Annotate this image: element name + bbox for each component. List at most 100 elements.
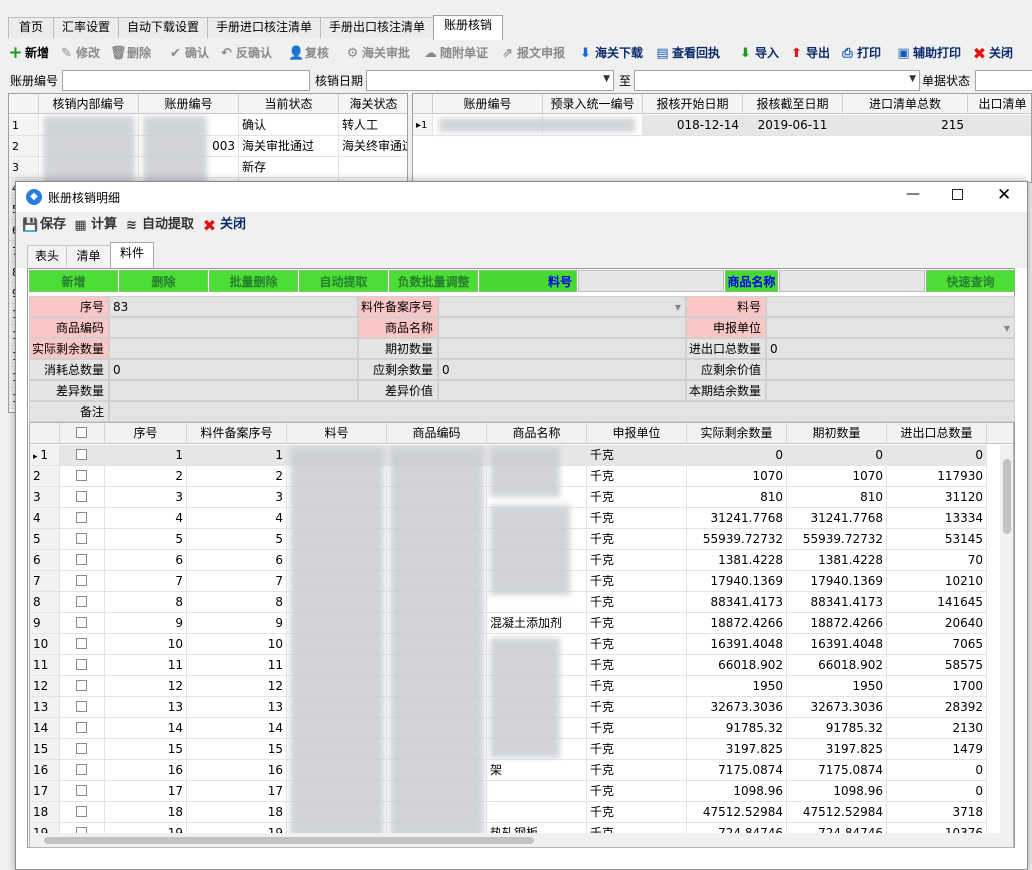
row-checkbox[interactable] [76, 470, 87, 481]
col-material-record[interactable]: 料件备案序号 [187, 423, 287, 444]
cell-initial-qty[interactable]: 32673.3036 [787, 697, 887, 718]
cell-initial-qty[interactable]: 1098.96 [787, 781, 887, 802]
cell-io-total[interactable]: 58575 [887, 655, 987, 676]
row-selector[interactable]: 3 [30, 487, 60, 508]
cell-material-record[interactable]: 1 [187, 445, 287, 466]
cell-actual-remain[interactable]: 17940.1369 [687, 571, 787, 592]
cell-material-record[interactable]: 7 [187, 571, 287, 592]
cell-material-record[interactable]: 4 [187, 508, 287, 529]
cell-current-status[interactable]: 新存 [239, 157, 339, 178]
unconfirm-button[interactable]: ↶ 反确认 [219, 43, 272, 63]
cell-initial-qty[interactable]: 16391.4048 [787, 634, 887, 655]
cell-decl-unit[interactable]: 千克 [587, 445, 687, 466]
cell-seq[interactable]: 11 [105, 655, 187, 676]
window-close-icon[interactable]: ✕ [997, 185, 1011, 205]
select-all-checkbox[interactable] [76, 427, 87, 438]
cell-initial-qty[interactable]: 1381.4228 [787, 550, 887, 571]
cell-checkbox[interactable] [60, 697, 105, 718]
cell-seq[interactable]: 12 [105, 676, 187, 697]
col-seq[interactable]: 序号 [105, 423, 187, 444]
cell-decl-unit[interactable]: 千克 [587, 718, 687, 739]
cell-checkbox[interactable] [60, 802, 105, 823]
row-selector[interactable]: 7 [30, 571, 60, 592]
row-checkbox[interactable] [76, 554, 87, 565]
should-remain-price-field[interactable] [766, 359, 1015, 380]
row-selector[interactable]: 4 [30, 508, 60, 529]
cell-decl-unit[interactable]: 千克 [587, 508, 687, 529]
cell-decl-unit[interactable]: 千克 [587, 760, 687, 781]
cell-initial-qty[interactable]: 31241.7768 [787, 508, 887, 529]
remark-field[interactable] [109, 401, 1015, 422]
review-button[interactable]: 👤 复核 [288, 43, 329, 63]
cell-material-record[interactable]: 9 [187, 613, 287, 634]
cell-product-name[interactable] [487, 592, 587, 613]
cell-initial-qty[interactable]: 1950 [787, 676, 887, 697]
col-decl-unit[interactable]: 申报单位 [587, 423, 687, 444]
cell-actual-remain[interactable]: 7175.0874 [687, 760, 787, 781]
scrollbar-thumb[interactable] [44, 837, 534, 844]
cell-seq[interactable]: 3 [105, 487, 187, 508]
col-checkbox[interactable] [60, 423, 105, 444]
period-end-field[interactable] [766, 380, 1015, 401]
row-selector[interactable]: 1 [9, 115, 39, 136]
cell-io-total[interactable]: 141645 [887, 592, 987, 613]
tab-materials[interactable]: 料件 [110, 242, 154, 268]
col-part-no[interactable]: 料号 [287, 423, 387, 444]
col-product-code[interactable]: 商品编码 [387, 423, 487, 444]
cell-checkbox[interactable] [60, 466, 105, 487]
col-current-status[interactable]: 当前状态 [239, 94, 339, 114]
row-selector[interactable]: 6 [30, 550, 60, 571]
cell-start-date[interactable]: 018-12-14 [643, 115, 743, 136]
cell-material-record[interactable]: 6 [187, 550, 287, 571]
date-from-input[interactable]: ▼ [366, 70, 614, 91]
cell-checkbox[interactable] [60, 718, 105, 739]
date-to-input[interactable]: ▼ [634, 70, 920, 91]
cell-decl-unit[interactable]: 千克 [587, 655, 687, 676]
cell-checkbox[interactable] [60, 634, 105, 655]
material-record-select[interactable]: ▼ [438, 296, 686, 317]
row-checkbox[interactable] [76, 617, 87, 628]
cell-io-total[interactable]: 0 [887, 781, 987, 802]
part-no-search-input[interactable] [578, 270, 724, 292]
row-selector[interactable]: 18 [30, 802, 60, 823]
close-button[interactable]: ✖ 关闭 [972, 43, 1013, 63]
tab-list[interactable]: 清单 [66, 245, 111, 267]
row-selector[interactable]: 17 [30, 781, 60, 802]
row-checkbox[interactable] [76, 785, 87, 796]
cell-export-list[interactable] [968, 115, 1031, 136]
cell-actual-remain[interactable]: 16391.4048 [687, 634, 787, 655]
cell-io-total[interactable]: 1700 [887, 676, 987, 697]
cell-checkbox[interactable] [60, 571, 105, 592]
cell-import-total[interactable]: 215 [843, 115, 968, 136]
cell-decl-unit[interactable]: 千克 [587, 613, 687, 634]
horizontal-scrollbar[interactable] [30, 833, 1013, 847]
cell-initial-qty[interactable]: 3197.825 [787, 739, 887, 760]
cell-initial-qty[interactable]: 17940.1369 [787, 571, 887, 592]
consume-total-field[interactable]: 0 [109, 359, 358, 380]
vertical-scrollbar[interactable] [1000, 445, 1013, 833]
col-book-no[interactable]: 账册编号 [433, 94, 543, 114]
cell-actual-remain[interactable]: 88341.4173 [687, 592, 787, 613]
cell-seq[interactable]: 18 [105, 802, 187, 823]
cell-material-record[interactable]: 16 [187, 760, 287, 781]
cell-actual-remain[interactable]: 55939.72732 [687, 529, 787, 550]
row-checkbox[interactable] [76, 806, 87, 817]
doc-status-select[interactable] [975, 70, 1032, 91]
auto-extract-row-button[interactable]: 自动提取 [299, 270, 388, 292]
cell-product-name[interactable] [487, 781, 587, 802]
row-checkbox[interactable] [76, 638, 87, 649]
row-selector[interactable]: 9 [30, 613, 60, 634]
cell-material-record[interactable]: 17 [187, 781, 287, 802]
col-export-list[interactable]: 出口清单 [968, 94, 1031, 114]
cell-material-record[interactable]: 15 [187, 739, 287, 760]
col-internal-no[interactable]: 核销内部编号 [39, 94, 139, 114]
cell-initial-qty[interactable]: 1070 [787, 466, 887, 487]
cell-customs-status[interactable]: 转人工 [339, 115, 407, 136]
cell-seq[interactable]: 5 [105, 529, 187, 550]
cell-checkbox[interactable] [60, 739, 105, 760]
minimize-icon[interactable]: — [906, 186, 920, 202]
row-selector[interactable]: 2 [30, 466, 60, 487]
cell-io-total[interactable]: 3718 [887, 802, 987, 823]
negative-adjust-button[interactable]: 负数批量调整 [389, 270, 478, 292]
row-checkbox[interactable] [76, 596, 87, 607]
